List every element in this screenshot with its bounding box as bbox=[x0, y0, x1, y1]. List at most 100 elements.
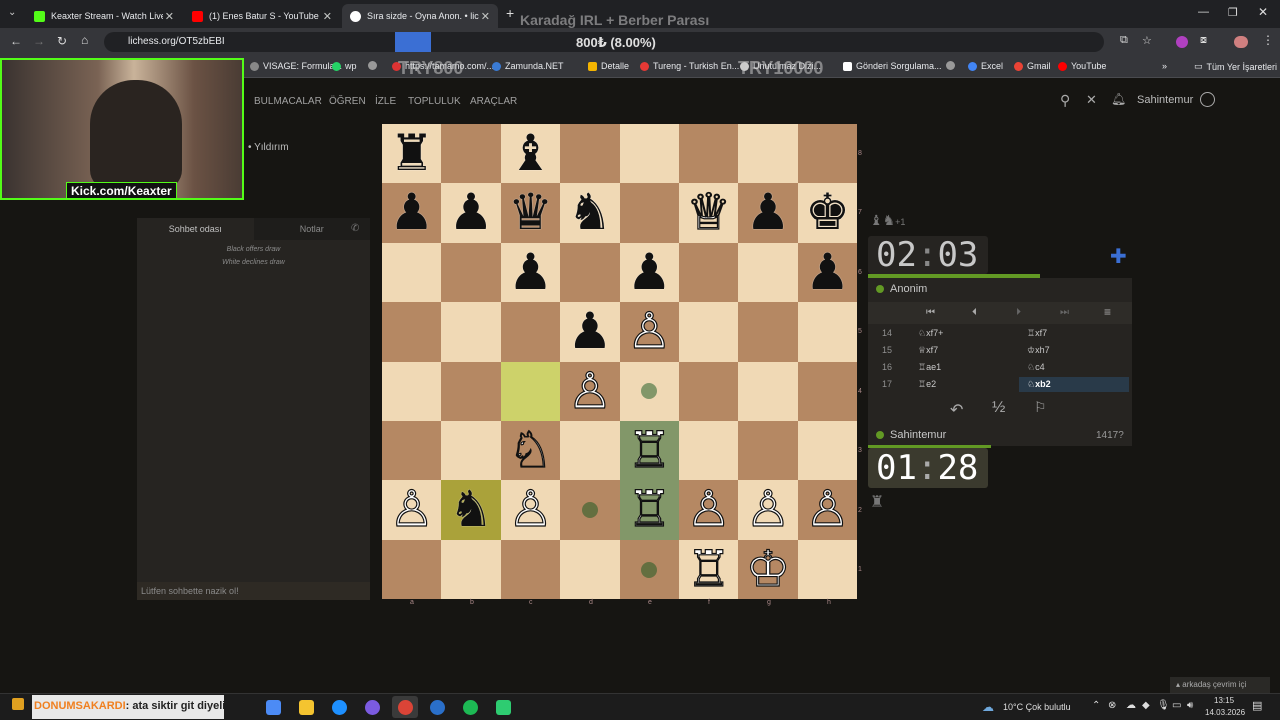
nav-watch[interactable]: İZLE bbox=[375, 96, 396, 107]
forward-icon[interactable]: → bbox=[33, 34, 45, 48]
home-icon[interactable]: ⌂ bbox=[81, 33, 88, 47]
monitor-icon[interactable]: ▭ bbox=[1172, 700, 1181, 711]
takeback-icon[interactable]: ↶ bbox=[950, 400, 963, 420]
resign-flag-icon[interactable]: ⚐ bbox=[1034, 399, 1047, 416]
chevron-right-icon[interactable]: » bbox=[1162, 61, 1167, 71]
square-f3[interactable] bbox=[679, 421, 739, 481]
black-rook-a8[interactable]: ♜ bbox=[382, 124, 441, 183]
menu-icon[interactable]: ≡ bbox=[1104, 305, 1111, 319]
move-white[interactable]: ♘xf7+ bbox=[918, 328, 943, 339]
bookmark[interactable]: VISAGE: Formula... bbox=[250, 61, 342, 71]
tab-lichess[interactable]: Sıra sizde - Oyna Anon. • liche ✕ bbox=[342, 4, 498, 28]
square-f8[interactable] bbox=[679, 124, 739, 184]
search-icon[interactable]: ⚲ bbox=[1060, 92, 1070, 109]
square-h3[interactable] bbox=[797, 421, 858, 481]
tab-kick[interactable]: Keaxter Stream - Watch Live on ✕ bbox=[26, 4, 182, 28]
bookmark[interactable] bbox=[368, 61, 381, 70]
bookmark[interactable] bbox=[946, 61, 959, 70]
last-move-icon[interactable]: ⏭ bbox=[1060, 307, 1069, 318]
square-b1[interactable] bbox=[441, 539, 501, 600]
bookmark[interactable]: wp bbox=[332, 61, 357, 71]
black-pawn-g7[interactable]: ♟ bbox=[738, 183, 797, 242]
square-d6[interactable] bbox=[560, 242, 620, 303]
friends-online[interactable]: ▴ arkadaş çevrim içi bbox=[1170, 677, 1270, 693]
nav-tools[interactable]: ARAÇLAR bbox=[470, 96, 517, 107]
black-pawn-d5[interactable]: ♟ bbox=[560, 302, 619, 361]
white-pawn-f2[interactable]: ♙ bbox=[679, 480, 738, 539]
square-g8[interactable] bbox=[738, 124, 798, 184]
copilot-icon[interactable] bbox=[266, 700, 281, 715]
opponent-name[interactable]: Anonim bbox=[890, 283, 927, 295]
new-tab-button[interactable]: + bbox=[506, 5, 514, 21]
white-pawn-a2[interactable]: ♙ bbox=[382, 480, 441, 539]
maximize-button[interactable]: ❐ bbox=[1228, 6, 1238, 19]
square-e7[interactable] bbox=[619, 183, 679, 243]
black-pawn-h6[interactable]: ♟ bbox=[798, 243, 857, 302]
first-move-icon[interactable]: ⏮ bbox=[926, 307, 935, 318]
bookmark[interactable]: Detalle bbox=[588, 61, 629, 71]
nav-community[interactable]: TOPLULUK bbox=[408, 96, 461, 107]
weather[interactable]: 10°C Çok bulutlu bbox=[1003, 702, 1071, 712]
square-b3[interactable] bbox=[441, 421, 501, 481]
white-rook-e2[interactable]: ♖ bbox=[620, 480, 679, 539]
edge-icon[interactable] bbox=[332, 700, 347, 715]
square-b8[interactable] bbox=[441, 124, 501, 184]
clock-date[interactable]: 14.03.2026 bbox=[1205, 708, 1245, 717]
clock-time[interactable]: 13:15 bbox=[1214, 696, 1234, 705]
white-rook-f1[interactable]: ♖ bbox=[679, 539, 738, 599]
square-b6[interactable] bbox=[441, 242, 501, 303]
menu-icon[interactable]: ⋮ bbox=[1262, 33, 1274, 47]
back-icon[interactable]: ← bbox=[10, 34, 22, 48]
square-b5[interactable] bbox=[441, 302, 501, 362]
white-pawn-g2[interactable]: ♙ bbox=[738, 480, 797, 539]
move-hint-e1[interactable] bbox=[641, 561, 658, 578]
bookmark[interactable]: Zamunda.NET bbox=[492, 61, 564, 71]
reload-icon[interactable]: ↻ bbox=[57, 34, 67, 48]
user-icon[interactable] bbox=[1200, 92, 1215, 107]
cast-icon[interactable]: ⧉ bbox=[1120, 34, 1128, 47]
square-e8[interactable] bbox=[619, 124, 679, 184]
square-a5[interactable] bbox=[382, 302, 442, 362]
square-g5[interactable] bbox=[738, 302, 798, 362]
move-black[interactable]: ♘c4 bbox=[1027, 362, 1045, 373]
close-icon[interactable]: ✕ bbox=[323, 10, 332, 23]
offer-draw-button[interactable]: ½ bbox=[992, 399, 1005, 417]
prev-move-icon[interactable]: ⏴ bbox=[972, 307, 977, 318]
app-tray-icon[interactable]: ◆ bbox=[1142, 700, 1150, 711]
nav-learn[interactable]: ÖĞREN bbox=[329, 96, 366, 107]
tab-search-icon[interactable]: ⌄ bbox=[8, 7, 16, 18]
black-pawn-c6[interactable]: ♟ bbox=[501, 243, 560, 302]
chrome-icon[interactable] bbox=[398, 700, 413, 715]
square-a3[interactable] bbox=[382, 421, 442, 481]
tab-youtube[interactable]: (1) Enes Batur S - YouTube ✕ bbox=[184, 4, 340, 28]
square-f6[interactable] bbox=[679, 242, 739, 303]
file-explorer-icon[interactable] bbox=[299, 700, 314, 715]
next-move-icon[interactable]: ⏵ bbox=[1016, 307, 1021, 318]
bookmark[interactable]: Tureng - Turkish En... bbox=[640, 61, 739, 71]
app-icon[interactable] bbox=[496, 700, 511, 715]
square-h4[interactable] bbox=[797, 361, 858, 421]
minimize-button[interactable]: — bbox=[1198, 6, 1209, 18]
white-pawn-d4[interactable]: ♙ bbox=[560, 361, 619, 421]
close-icon[interactable]: ✕ bbox=[165, 10, 174, 23]
cloud-sync-icon[interactable]: ☁ bbox=[1126, 700, 1136, 711]
square-f4[interactable] bbox=[679, 361, 739, 421]
move-hint-d2[interactable] bbox=[581, 502, 598, 519]
add-time-icon[interactable]: ✚ bbox=[1110, 244, 1127, 269]
bookmark[interactable]: Gönderi Sorgulama... bbox=[843, 61, 942, 71]
square-g4[interactable] bbox=[738, 361, 798, 421]
square-a4[interactable] bbox=[382, 361, 442, 421]
white-queen-f7[interactable]: ♕ bbox=[679, 183, 738, 242]
black-pawn-b7[interactable]: ♟ bbox=[441, 183, 500, 242]
square-c4[interactable] bbox=[500, 361, 561, 421]
all-bookmarks[interactable]: ▭ Tüm Yer İşaretleri bbox=[1194, 61, 1277, 72]
square-c5[interactable] bbox=[500, 302, 561, 362]
black-pawn-a7[interactable]: ♟ bbox=[382, 183, 441, 242]
network-icon[interactable]: ⊗ bbox=[1108, 700, 1116, 711]
windows-icon[interactable] bbox=[12, 698, 24, 710]
chat-input[interactable]: Lütfen sohbette nazik ol! bbox=[137, 582, 370, 600]
app-icon[interactable] bbox=[365, 700, 380, 715]
star-icon[interactable]: ☆ bbox=[1142, 34, 1152, 47]
white-rook-e3[interactable]: ♖ bbox=[620, 420, 679, 480]
white-pawn-h2[interactable]: ♙ bbox=[798, 480, 857, 539]
